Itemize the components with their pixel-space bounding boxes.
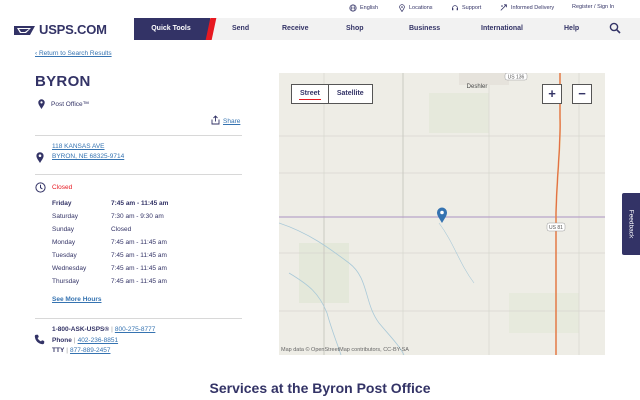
address-line-1[interactable]: 118 KANSAS AVE <box>52 143 105 150</box>
phone-icon <box>34 334 45 345</box>
services-heading: Services at the Byron Post Office <box>209 380 431 396</box>
hours-time: 7:45 am - 11:45 am <box>111 265 167 272</box>
informed-delivery-link[interactable]: Informed Delivery <box>500 4 554 12</box>
back-to-results-label: Return to Search Results <box>38 50 112 57</box>
road-label-right: US 81 <box>549 225 563 231</box>
address-line-2[interactable]: BYRON, NE 68325-9714 <box>52 153 124 160</box>
place-label: Deshler <box>467 84 488 90</box>
map-terrain: US 136 US 81 Deshler <box>279 73 605 355</box>
utility-bar: English Locations Support Informed Deliv… <box>0 0 640 18</box>
register-signin-link[interactable]: Register / Sign In <box>572 4 614 10</box>
logo-text: USPS.COM <box>39 22 107 37</box>
informed-delivery-icon <box>500 4 507 11</box>
hours-day: Thursday <box>52 278 80 285</box>
zoom-out-button[interactable]: − <box>572 84 592 104</box>
support-link[interactable]: Support <box>451 4 481 12</box>
road-label-top: US 136 <box>508 74 525 80</box>
location-pin-icon <box>399 4 405 12</box>
share-link[interactable]: Share <box>211 115 240 125</box>
nav-help[interactable]: Help <box>564 18 579 40</box>
locations-link[interactable]: Locations <box>398 4 433 12</box>
see-more-hours-link[interactable]: See More Hours <box>52 296 102 303</box>
phone-row: Phone | 402-236-8851 <box>52 337 119 344</box>
eagle-logo-icon <box>14 25 35 35</box>
hours-day: Friday <box>52 200 72 207</box>
headset-icon <box>452 5 458 11</box>
hours-time: 7:30 am - 9:30 am <box>111 213 164 220</box>
divider <box>35 174 242 175</box>
status-closed: Closed <box>52 184 73 191</box>
clock-icon <box>35 182 46 193</box>
ask-usps-row: 1-800-ASK-USPS® | 800-275-8777 <box>52 326 156 333</box>
page-title: BYRON <box>35 73 91 90</box>
hours-day: Tuesday <box>52 252 77 259</box>
tty-number-link[interactable]: 877-889-2457 <box>70 347 110 354</box>
nav-business[interactable]: Business <box>409 18 440 40</box>
tty-row: TTY | 877-889-2457 <box>52 347 111 354</box>
hours-time: 7:45 am - 11:45 am <box>111 252 167 259</box>
language-link[interactable]: English <box>349 4 378 12</box>
map-pin-icon <box>38 99 45 109</box>
hours-day: Monday <box>52 239 76 246</box>
divider <box>35 135 242 136</box>
register-signin-label: Register / Sign In <box>572 4 615 10</box>
support-label: Support <box>462 5 482 11</box>
back-to-results-link[interactable]: ‹ Return to Search Results <box>35 50 112 57</box>
tty-label: TTY <box>52 347 65 354</box>
language-label: English <box>360 5 379 11</box>
address-pin-icon <box>36 152 44 163</box>
feedback-tab[interactable]: Feedback <box>622 193 640 255</box>
map-street-button[interactable]: Street <box>292 85 329 103</box>
hours-day: Saturday <box>52 213 79 220</box>
nav-international[interactable]: International <box>481 18 523 40</box>
hours-time: 7:45 am - 11:45 am <box>111 278 167 285</box>
hours-time: 7:45 am - 11:45 am <box>111 200 169 207</box>
share-icon <box>211 115 220 125</box>
map-satellite-button[interactable]: Satellite <box>329 85 372 103</box>
phone-label: Phone <box>52 337 72 344</box>
hours-time: Closed <box>111 226 132 233</box>
hours-day: Sunday <box>52 226 75 233</box>
ask-usps-number-link[interactable]: 800-275-8777 <box>115 326 155 333</box>
phone-number-link[interactable]: 402-236-8851 <box>78 337 118 344</box>
hours-day: Wednesday <box>52 265 87 272</box>
usps-logo[interactable]: USPS.COM <box>14 22 107 37</box>
ask-usps-label: 1-800-ASK-USPS® <box>52 326 110 333</box>
nav-send[interactable]: Send <box>232 18 249 40</box>
map-type-toggle: Street Satellite <box>291 84 373 104</box>
nav-receive[interactable]: Receive <box>282 18 308 40</box>
nav-shop[interactable]: Shop <box>346 18 364 40</box>
hours-time: 7:45 am - 11:45 am <box>111 239 167 246</box>
zoom-in-button[interactable]: + <box>542 84 562 104</box>
search-icon[interactable] <box>609 22 621 34</box>
informed-delivery-label: Informed Delivery <box>511 5 555 11</box>
location-map[interactable]: US 136 US 81 Deshler Street Satellite + … <box>279 73 605 355</box>
feedback-label: Feedback <box>627 209 635 239</box>
location-type-label: Post Office™ <box>51 100 90 108</box>
share-label: Share <box>223 118 241 125</box>
location-type-badge: Post Office™ <box>38 99 89 109</box>
nav-quick-tools[interactable]: Quick Tools <box>134 18 208 40</box>
locations-label: Locations <box>409 5 433 11</box>
map-attribution: Map data © OpenStreetMap contributors, C… <box>281 347 409 353</box>
globe-icon <box>349 4 357 12</box>
divider <box>35 318 242 319</box>
